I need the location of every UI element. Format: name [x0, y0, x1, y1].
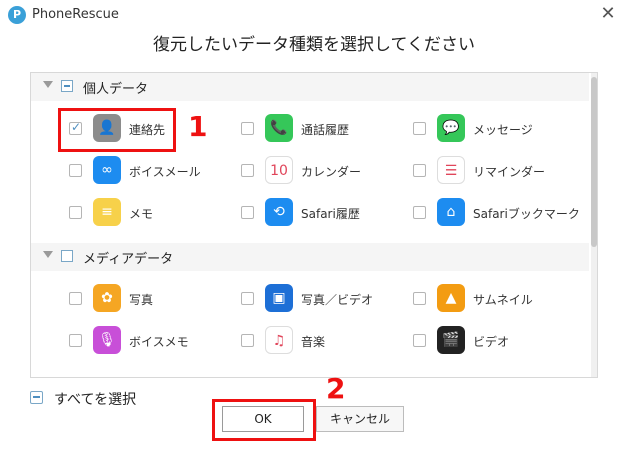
- collapse-arrow-icon[interactable]: [43, 81, 53, 88]
- annotation-box-ok: [212, 399, 316, 441]
- data-type-item[interactable]: ≡ メモ: [69, 197, 229, 229]
- select-all-checkbox[interactable]: [30, 391, 43, 404]
- close-button[interactable]: ✕: [598, 4, 618, 24]
- data-type-item[interactable]: ▣ 写真／ビデオ: [241, 283, 401, 315]
- photo-video-icon: ▣: [265, 284, 293, 312]
- data-type-item[interactable]: 10 カレンダー: [241, 155, 401, 187]
- data-type-item[interactable]: 🎙 ボイスメモ: [69, 325, 229, 357]
- voice-memo-icon: 🎙: [93, 326, 121, 354]
- item-label: 通話履歴: [301, 123, 350, 137]
- item-checkbox[interactable]: [241, 164, 254, 177]
- section-checkbox-personal[interactable]: [61, 80, 73, 92]
- video-icon: 🎬: [437, 326, 465, 354]
- item-label: リマインダー: [473, 165, 546, 179]
- item-checkbox[interactable]: [69, 206, 82, 219]
- messages-icon: 💬: [437, 114, 465, 142]
- item-label: ビデオ: [473, 335, 510, 349]
- window-title: PhoneRescue: [32, 7, 119, 22]
- select-all-label[interactable]: すべてを選択: [54, 389, 136, 409]
- data-type-item[interactable]: 🎬 ビデオ: [413, 325, 573, 357]
- section-label: 個人データ: [83, 82, 149, 97]
- dialog-heading: 復元したいデータ種類を選択してください: [153, 35, 475, 55]
- item-label: 写真: [129, 293, 154, 307]
- section-checkbox-media[interactable]: [61, 250, 73, 262]
- item-label: メッセージ: [473, 123, 533, 137]
- item-label: メモ: [129, 207, 154, 221]
- data-type-item[interactable]: ☰ リマインダー: [413, 155, 573, 187]
- data-type-item[interactable]: ∞ ボイスメール: [69, 155, 229, 187]
- calendar-icon: 10: [265, 156, 293, 184]
- item-checkbox[interactable]: [69, 292, 82, 305]
- data-type-item[interactable]: 💬 メッセージ: [413, 113, 573, 145]
- item-label: 音楽: [301, 335, 326, 349]
- collapse-arrow-icon[interactable]: [43, 251, 53, 258]
- title-bar: P PhoneRescue ✕: [0, 0, 628, 30]
- item-label: Safariブックマーク: [473, 207, 580, 221]
- music-icon: ♫: [265, 326, 293, 354]
- data-type-item[interactable]: ▲ サムネイル: [413, 283, 573, 315]
- item-checkbox[interactable]: [241, 122, 254, 135]
- scrollbar[interactable]: [591, 73, 597, 377]
- data-type-item[interactable]: ⟲ Safari履歴: [241, 197, 401, 229]
- data-type-item[interactable]: ⌂ Safariブックマーク: [413, 197, 580, 229]
- safari-bookmark-icon: ⌂: [437, 198, 465, 226]
- data-type-item[interactable]: ✿ 写真: [69, 283, 229, 315]
- item-label: サムネイル: [473, 293, 533, 307]
- cancel-button[interactable]: キャンセル: [316, 406, 404, 432]
- section-header-media[interactable]: メディアデータ: [31, 243, 589, 271]
- item-checkbox[interactable]: [241, 292, 254, 305]
- item-checkbox[interactable]: [413, 122, 426, 135]
- scroll-thumb[interactable]: [591, 77, 597, 247]
- section-header-personal[interactable]: 個人データ: [31, 73, 589, 101]
- item-checkbox[interactable]: [241, 334, 254, 347]
- item-label: Safari履歴: [301, 207, 360, 221]
- phone-icon: 📞: [265, 114, 293, 142]
- photos-icon: ✿: [93, 284, 121, 312]
- item-label: ボイスメモ: [129, 335, 189, 349]
- item-label: 写真／ビデオ: [301, 293, 374, 307]
- annotation-step-1: 1: [188, 110, 208, 143]
- annotation-box-contacts: [58, 108, 176, 152]
- section-label: メディアデータ: [83, 252, 174, 267]
- item-checkbox[interactable]: [241, 206, 254, 219]
- item-checkbox[interactable]: [413, 334, 426, 347]
- item-checkbox[interactable]: [413, 164, 426, 177]
- reminders-icon: ☰: [437, 156, 465, 184]
- item-checkbox[interactable]: [413, 206, 426, 219]
- data-type-item[interactable]: 📞 通話履歴: [241, 113, 401, 145]
- item-checkbox[interactable]: [69, 164, 82, 177]
- app-logo-icon: P: [8, 6, 26, 24]
- data-type-item[interactable]: ♫ 音楽: [241, 325, 401, 357]
- safari-history-icon: ⟲: [265, 198, 293, 226]
- thumbnail-icon: ▲: [437, 284, 465, 312]
- notes-icon: ≡: [93, 198, 121, 226]
- item-label: カレンダー: [301, 165, 362, 179]
- item-checkbox[interactable]: [413, 292, 426, 305]
- voicemail-icon: ∞: [93, 156, 121, 184]
- item-checkbox[interactable]: [69, 334, 82, 347]
- item-label: ボイスメール: [129, 165, 201, 179]
- annotation-step-2: 2: [326, 372, 346, 405]
